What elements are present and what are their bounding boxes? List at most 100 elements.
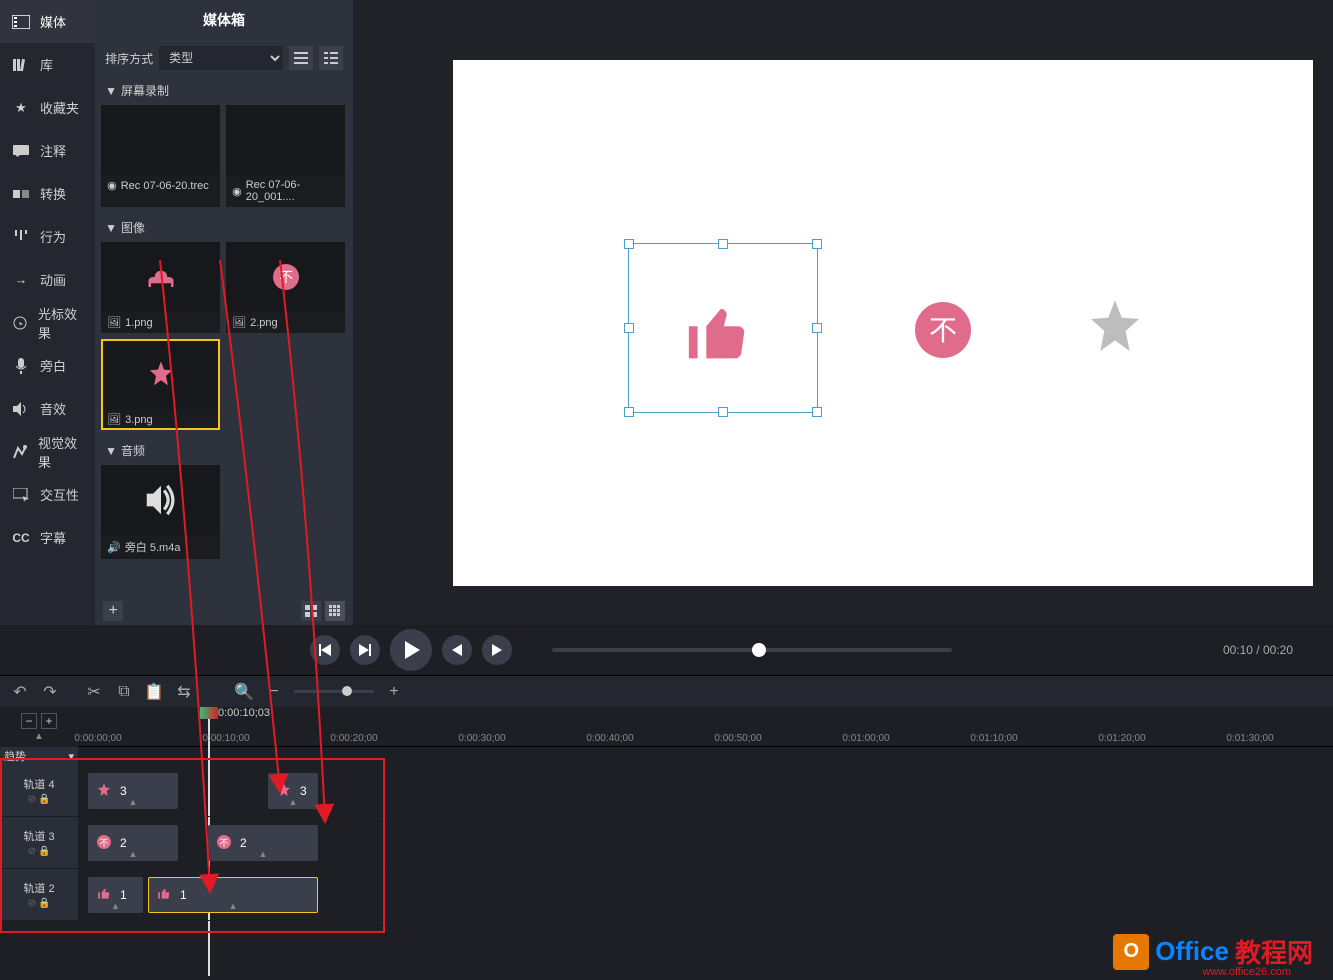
mini-track-label[interactable]: 趋势▾ [0,747,78,765]
zoom-slider[interactable] [294,690,374,693]
sidebar-item-voice[interactable]: 旁白 [0,344,95,387]
track-header[interactable]: 轨道 2⊘🔒 [0,869,78,921]
sidebar-item-annotations[interactable]: 注释 [0,129,95,172]
paste-button[interactable]: 📋 [144,682,164,702]
timeline-clip[interactable]: 不2▲ [208,825,318,861]
library-icon [12,56,30,74]
view-list-button[interactable] [289,46,313,70]
view-thumbnails-button[interactable] [325,601,345,621]
section-image[interactable]: ▼ 图像 [95,213,353,242]
media-item-audio1[interactable]: 🔊旁白 5.m4a [101,465,220,559]
undo-button[interactable]: ↶ [10,682,30,702]
canvas[interactable]: 不 [453,60,1313,586]
track-row: 轨道 3⊘🔒 不2▲ 不2▲ [0,817,1333,869]
sidebar-item-label: 注释 [40,141,66,160]
track-content[interactable]: 3▲ 3▲ [78,765,1333,817]
zoom-fit-button[interactable]: 🔍 [234,682,254,702]
clip-thumb-icon [96,782,112,801]
sidebar-item-visual-effects[interactable]: 视觉效果 [0,430,95,473]
cut-button[interactable]: ✂ [84,682,104,702]
media-item-rec1[interactable]: ◉Rec 07-06-20.trec [101,105,220,207]
timeline-minus-button[interactable]: − [21,713,37,729]
step-back-button[interactable] [442,635,472,665]
play-button[interactable] [390,629,432,671]
sidebar-item-behaviors[interactable]: 行为 [0,215,95,258]
sidebar-item-label: 转换 [40,184,66,203]
zoom-out-button[interactable]: − [264,682,284,702]
sidebar-item-label: 音效 [40,399,66,418]
ruler-tick: 0:00:50;00 [714,733,761,744]
audio-icon [12,400,30,418]
animation-icon: → [12,271,30,289]
zoom-in-button[interactable]: + [384,682,404,702]
sidebar-item-cursor-effects[interactable]: 光标效果 [0,301,95,344]
sidebar-item-transitions[interactable]: 转换 [0,172,95,215]
sidebar-item-interactivity[interactable]: 交互性 [0,473,95,516]
sidebar-item-label: 行为 [40,227,66,246]
chevron-down-icon: ▼ [105,221,117,235]
track-row: 轨道 2⊘🔒1▲1▲ [0,869,1333,921]
svg-text:不: 不 [929,315,957,346]
image-icon: 🖼 [107,316,121,329]
annotation-icon [12,142,30,160]
timeline-clip[interactable]: 3▲ [268,773,318,809]
sidebar-item-media[interactable]: 媒体 [0,0,95,43]
step-forward-button[interactable] [482,635,512,665]
next-frame-button[interactable] [350,635,380,665]
track-header[interactable]: 轨道 4⊘🔒 [0,765,78,817]
media-item-img3[interactable]: 🖼3.png [101,339,220,430]
track-content[interactable]: 不2▲ 不2▲ [78,817,1333,869]
sidebar-item-animations[interactable]: → 动画 [0,258,95,301]
media-bin-panel: 媒体箱 排序方式 类型 ▼ 屏幕录制 ◉Rec 07-06-20.trec ◉R… [95,0,353,625]
ruler-tick: 0:00:00;00 [74,733,121,744]
sidebar-item-captions[interactable]: CC 字幕 [0,516,95,559]
section-audio[interactable]: ▼ 音频 [95,436,353,465]
ruler-tick: 0:00:20;00 [330,733,377,744]
media-item-img1[interactable]: 🖼1.png [101,242,220,333]
timeline-clip[interactable]: 3▲ [88,773,178,809]
caption-icon: CC [12,529,30,547]
timeline-clip[interactable]: 1▲ [88,877,143,913]
sidebar-item-label: 字幕 [40,528,66,547]
sidebar-item-favorites[interactable]: ★ 收藏夹 [0,86,95,129]
timeline-plus-button[interactable]: + [41,713,57,729]
redo-button[interactable]: ↷ [40,682,60,702]
section-screen-recording[interactable]: ▼ 屏幕录制 [95,76,353,105]
prev-frame-button[interactable] [310,635,340,665]
canvas-area: 不 [353,0,1333,625]
sidebar-item-audio-effects[interactable]: 音效 [0,387,95,430]
view-detail-button[interactable] [319,46,343,70]
sort-select[interactable]: 类型 [159,46,283,70]
sidebar-item-library[interactable]: 库 [0,43,95,86]
clip-thumb-icon: 不 [216,834,232,853]
image-icon: 🖼 [232,316,246,329]
ruler-tick: 0:01:30;00 [1226,733,1273,744]
clip-thumb-icon [156,887,172,904]
sidebar-item-label: 库 [40,55,53,74]
timeline-clip[interactable]: 不2▲ [88,825,178,861]
timeline-collapse-icon[interactable]: ▲ [34,731,44,742]
media-item-img2[interactable]: 不 🖼2.png [226,242,345,333]
seek-slider[interactable] [552,648,952,652]
svg-text:不: 不 [279,269,293,285]
split-button[interactable]: ⇆ [174,682,194,702]
star-outline-icon[interactable] [1083,295,1147,359]
sidebar: 媒体 库 ★ 收藏夹 注释 转换 行为 → 动画 光标效果 [0,0,95,625]
view-grid-button[interactable] [301,601,321,621]
circle-badge-icon[interactable]: 不 [913,300,973,360]
timeline-ruler[interactable]: 0:00:10;03 0:00:00;000:00:10;000:00:20;0… [78,707,1333,747]
timeline-clip[interactable]: 1▲ [148,877,318,913]
add-media-button[interactable]: + [103,601,123,621]
timeline-toolbar: ↶ ↷ ✂ ⧉ 📋 ⇆ 🔍 − + [0,675,1333,707]
chevron-down-icon: ▼ [105,84,117,98]
ruler-tick: 0:01:00;00 [842,733,889,744]
voice-icon [12,357,30,375]
media-item-rec2[interactable]: ◉Rec 07-06-20_001.... [226,105,345,207]
ruler-tick: 0:01:10;00 [970,733,1017,744]
thumb-up-icon[interactable] [678,300,758,370]
track-content[interactable]: 1▲1▲ [78,869,1333,921]
visual-icon [12,443,28,461]
track-header[interactable]: 轨道 3⊘🔒 [0,817,78,869]
ruler-tick: 0:01:20;00 [1098,733,1145,744]
copy-button[interactable]: ⧉ [114,682,134,702]
